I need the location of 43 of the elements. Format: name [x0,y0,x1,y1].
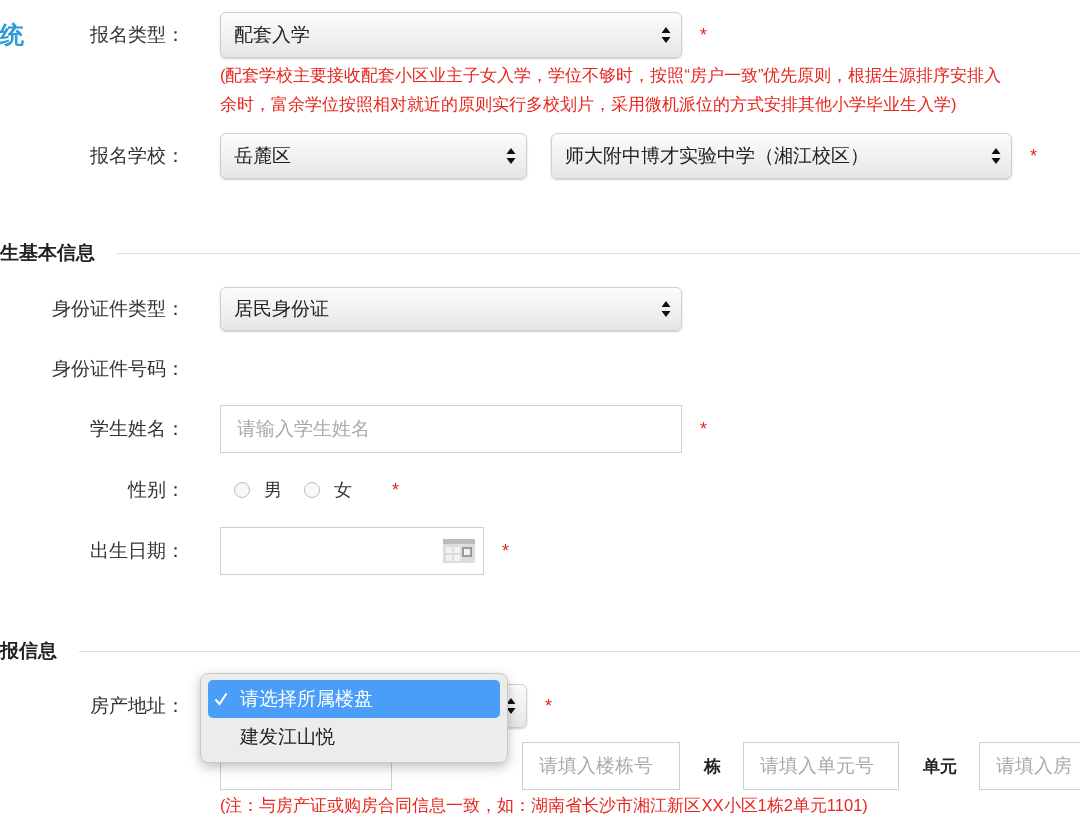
field-label: 身份证件类型： [52,297,185,321]
field-label: 性别： [128,478,185,502]
text-input[interactable]: 请输入学生姓名 [220,405,682,453]
required-mark: * [545,695,552,717]
hint-text: (配套学校主要接收配套小区业主子女入学，学位不够时，按照“房户一致”优先原则，根据生源排序安排入 [219,65,1003,86]
updown-arrow-icon [991,147,1001,165]
required-mark: * [700,24,707,46]
checkmark-icon [214,692,228,706]
dropdown-select[interactable]: 师大附中博才实验中学（湘江校区） [551,133,1012,179]
field-label: 报名类型： [90,23,185,47]
dropdown-select[interactable]: 岳麓区 [220,133,527,179]
dropdown-select[interactable]: 配套入学 [220,12,682,58]
hint-text: 余时，富余学位按照相对就近的原则实行多校划片，采用微机派位的方式安排其他小学毕业生入学) [219,94,958,115]
menu-item[interactable]: 建发江山悦 [208,718,500,756]
text-input[interactable]: 请填入房 [979,742,1080,790]
updown-arrow-icon [506,147,516,165]
radio-button[interactable] [304,482,320,498]
hint-text: (注：与房产证或购房合同信息一致，如：湖南省长沙市湘江新区XX小区1栋2单元1101) [219,795,869,816]
radio-button[interactable] [234,482,250,498]
text-input[interactable]: 请填入单元号 [743,742,899,790]
radio-label: 男 [264,479,282,502]
section-title: 报信息 [0,639,57,663]
required-mark: * [700,418,707,440]
dropdown-select[interactable]: 居民身份证 [220,287,682,331]
field-label: 出生日期： [90,539,185,563]
field-label: 房产地址： [90,694,185,718]
unit-label: 单元 [923,755,957,778]
required-mark: * [392,479,399,501]
updown-arrow-icon [661,26,671,44]
updown-arrow-icon [506,697,516,715]
field-label: 报名学校： [90,144,185,168]
field-label: 身份证件号码： [52,357,185,381]
updown-arrow-icon [661,300,671,318]
field-label: 学生姓名： [90,417,185,441]
page-title: 统 [0,20,24,50]
unit-label: 栋 [704,755,721,778]
date-input[interactable] [220,527,484,575]
required-mark: * [502,540,509,562]
radio-label: 女 [334,479,352,502]
text-input[interactable]: 请填入楼栋号 [522,742,680,790]
calendar-icon[interactable] [443,539,475,563]
required-mark: * [1030,145,1037,167]
section-title: 生基本信息 [0,241,95,265]
